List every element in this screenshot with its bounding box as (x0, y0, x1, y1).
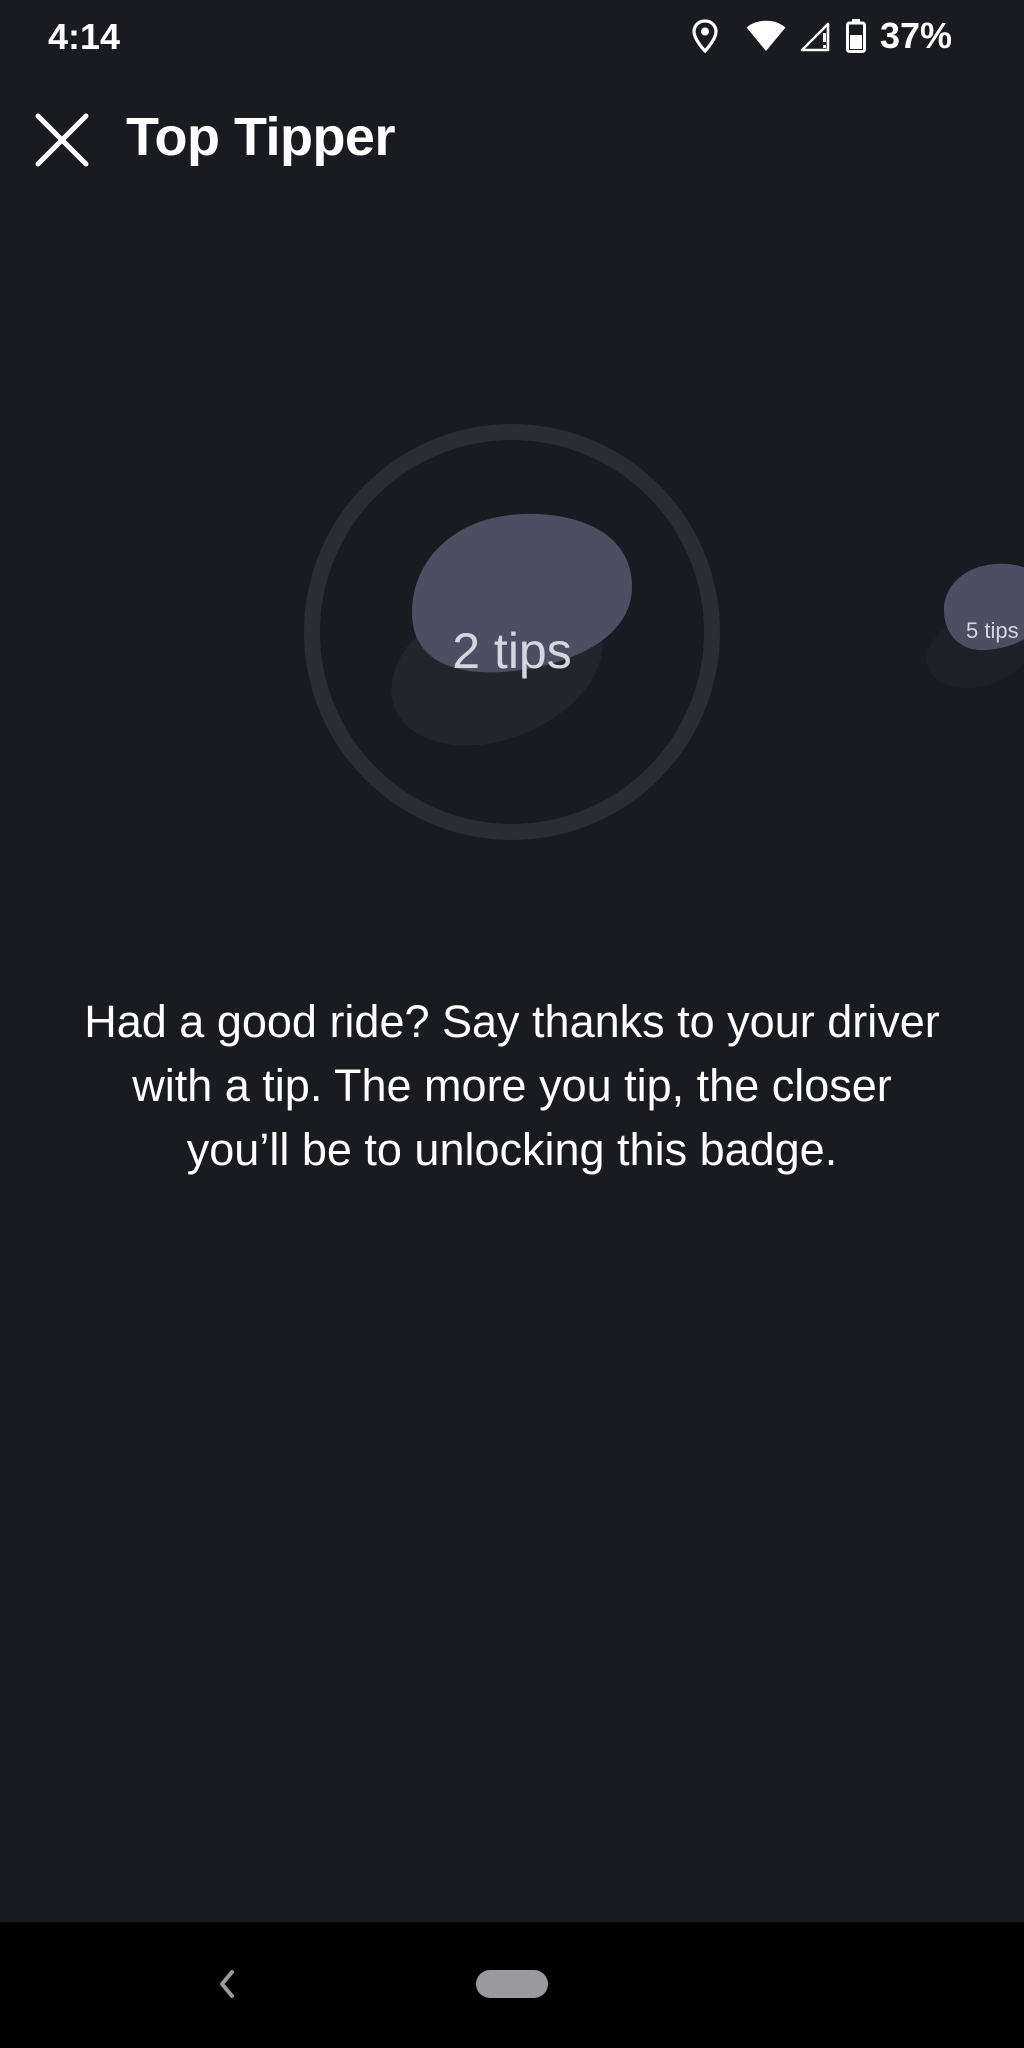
status-icons: 37% (692, 14, 952, 58)
status-bar: 4:14 37% (0, 0, 1024, 72)
close-icon (30, 113, 94, 176)
status-time: 4:14 (48, 16, 121, 57)
home-pill-icon[interactable] (476, 1970, 548, 1998)
location-icon (692, 19, 718, 53)
close-button[interactable] (30, 108, 94, 172)
back-chevron-icon (212, 1970, 242, 2008)
badge-current-label: 2 tips (452, 623, 572, 679)
wifi-icon (746, 20, 786, 52)
badge-carousel[interactable]: 2 tips 5 tips (0, 400, 1024, 860)
battery-percentage: 37% (879, 15, 952, 56)
badge-next-label: 5 tips (966, 618, 1019, 643)
badge-description: Had a good ride? Say thanks to your driv… (84, 996, 940, 1175)
page-title: Top Tipper (126, 107, 395, 167)
back-button[interactable] (212, 1964, 242, 2004)
badge-current[interactable]: 2 tips (302, 422, 722, 842)
battery-icon (845, 19, 866, 53)
app-bar: Top Tipper (0, 90, 1024, 186)
badge-next[interactable]: 5 tips (920, 550, 1024, 700)
system-nav-bar (0, 1922, 1024, 2048)
cell-signal-icon (800, 20, 832, 52)
